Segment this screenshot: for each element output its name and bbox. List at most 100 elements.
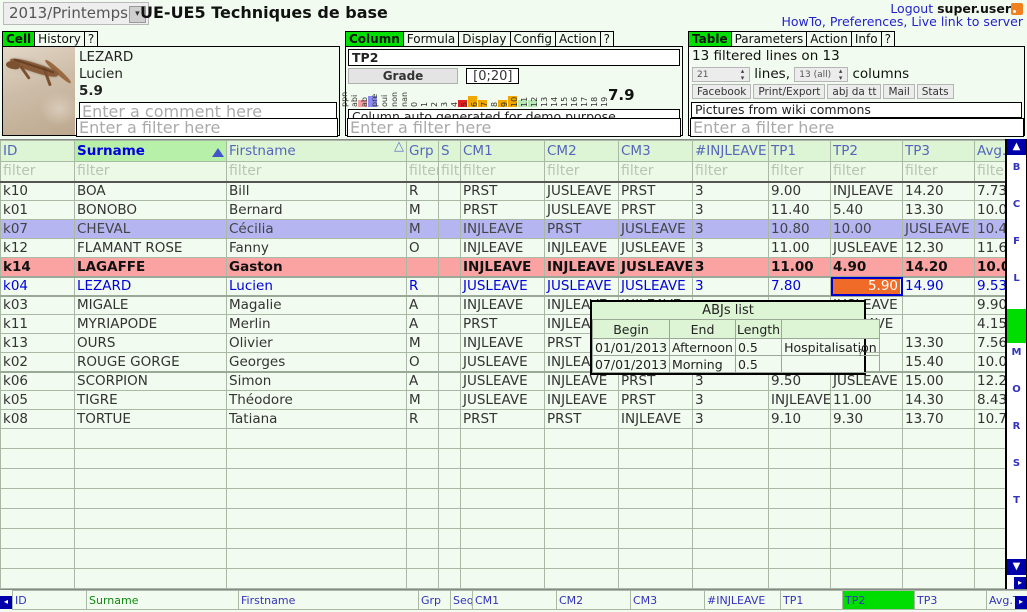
cell-cm2[interactable]: INJLEAVE [545,258,619,277]
cell-cm1[interactable]: INJLEAVE [461,220,545,239]
index-corner-icon[interactable]: ▸ [1014,577,1026,589]
cell-grp[interactable]: R [407,277,439,296]
cell-grp[interactable]: M [407,201,439,220]
column-header-surname[interactable]: Surname [75,141,227,162]
popup-row[interactable]: 07/01/2013Morning0.5 [593,356,880,373]
cell-tp3[interactable]: 14.90 [903,277,975,296]
tab-formula-tab[interactable]: Formula [403,31,460,47]
filter-input-tp1[interactable]: filter [769,162,831,182]
tab-config-tab[interactable]: Config [510,31,557,47]
cell-seq[interactable] [439,182,461,201]
empty-row[interactable] [1,469,1009,489]
abj-da-tt-button[interactable]: abj da tt [827,84,881,99]
cell-surname[interactable]: MIGALE [75,296,227,315]
footer-column-id[interactable]: ID [13,591,87,610]
empty-cell[interactable] [545,509,619,529]
filter-input-cm3[interactable]: filter [619,162,693,182]
empty-cell[interactable] [619,509,693,529]
empty-cell[interactable] [975,529,1009,549]
cell-grp[interactable]: M [407,391,439,410]
cell-seq[interactable] [439,315,461,334]
filter-input-injleave[interactable]: filter [693,162,769,182]
footer-column-injleave[interactable]: #INJLEAVE [705,591,781,610]
cell-surname[interactable]: TIGRE [75,391,227,410]
empty-row[interactable] [1,429,1009,449]
empty-cell[interactable] [75,429,227,449]
grade-type-button[interactable]: Grade [348,68,458,84]
cell-tp3[interactable] [903,315,975,334]
empty-cell[interactable] [407,529,439,549]
empty-cell[interactable] [619,429,693,449]
filter-input-grp[interactable]: filter [407,162,439,182]
empty-cell[interactable] [831,509,903,529]
empty-cell[interactable] [75,509,227,529]
cell-seq[interactable] [439,277,461,296]
cell-seq[interactable] [439,220,461,239]
cell-surname[interactable]: OURS [75,334,227,353]
cell-grp[interactable]: R [407,410,439,429]
empty-cell[interactable] [545,429,619,449]
popup-cell-length[interactable]: 0.5 [735,339,781,356]
empty-cell[interactable] [769,529,831,549]
cell-inj[interactable]: 3 [693,258,769,277]
empty-cell[interactable] [831,429,903,449]
cell-tp1[interactable]: 9.10 [769,410,831,429]
tab-cell-tab[interactable]: Cell [2,31,35,47]
index-scroll-down-icon[interactable]: ▼ [1007,559,1026,575]
empty-cell[interactable] [831,549,903,569]
empty-cell[interactable] [903,469,975,489]
empty-cell[interactable] [975,469,1009,489]
cell-cm1[interactable]: JUSLEAVE [461,353,545,372]
footer-column-firstname[interactable]: Firstname [239,591,419,610]
cell-tp2[interactable]: 10.00 [831,220,903,239]
cell-tp3[interactable]: 14.20 [903,258,975,277]
empty-cell[interactable] [439,429,461,449]
empty-cell[interactable] [619,569,693,589]
empty-cell[interactable] [439,529,461,549]
empty-cell[interactable] [1,489,75,509]
cell-inj[interactable]: 3 [693,410,769,429]
empty-cell[interactable] [75,449,227,469]
cell-tp2[interactable]: 5.40 [831,201,903,220]
empty-cell[interactable] [439,549,461,569]
empty-cell[interactable] [407,569,439,589]
empty-cell[interactable] [1,429,75,449]
empty-cell[interactable] [619,489,693,509]
cell-firstname[interactable]: Magalie [227,296,407,315]
empty-cell[interactable] [75,529,227,549]
index-scroll-up-icon[interactable]: ▲ [1007,139,1026,155]
empty-cell[interactable] [461,489,545,509]
cell-grp[interactable] [407,258,439,277]
cell-inj[interactable]: 3 [693,182,769,201]
empty-cell[interactable] [693,569,769,589]
cell-firstname[interactable]: Olivier [227,334,407,353]
cell-cm1[interactable]: JUSLEAVE [461,277,545,296]
empty-cell[interactable] [75,489,227,509]
tab-history-tab[interactable]: History [34,31,85,47]
cell-seq[interactable] [439,296,461,315]
cell-tp1[interactable]: 11.00 [769,239,831,258]
cell-filter-input[interactable]: Enter a filter here [76,118,338,137]
cell-cm1[interactable]: JUSLEAVE [461,391,545,410]
empty-cell[interactable] [75,469,227,489]
empty-cell[interactable] [903,509,975,529]
cell-id[interactable]: k08 [1,410,75,429]
column-header-s[interactable]: S [439,141,461,162]
empty-row[interactable] [1,529,1009,549]
empty-cell[interactable] [975,569,1009,589]
empty-row[interactable] [1,489,1009,509]
empty-cell[interactable] [75,569,227,589]
cell-tp2[interactable]: INJLEAVE [831,182,903,201]
cell-grp[interactable]: A [407,372,439,391]
cell-id[interactable]: k03 [1,296,75,315]
empty-cell[interactable] [831,529,903,549]
column-header-tp1[interactable]: TP1 [769,141,831,162]
column-filter-input[interactable]: Enter a filter here [347,118,681,137]
cell-inj[interactable]: 3 [693,239,769,258]
cell-id[interactable]: k12 [1,239,75,258]
table-row[interactable]: k05TIGREThéodoreMJUSLEAVEINJLEAVEPRST3IN… [1,391,1009,410]
empty-cell[interactable] [693,469,769,489]
tab-info-tab[interactable]: Info [851,31,882,47]
facebook-button[interactable]: Facebook [692,84,751,99]
empty-cell[interactable] [1,569,75,589]
